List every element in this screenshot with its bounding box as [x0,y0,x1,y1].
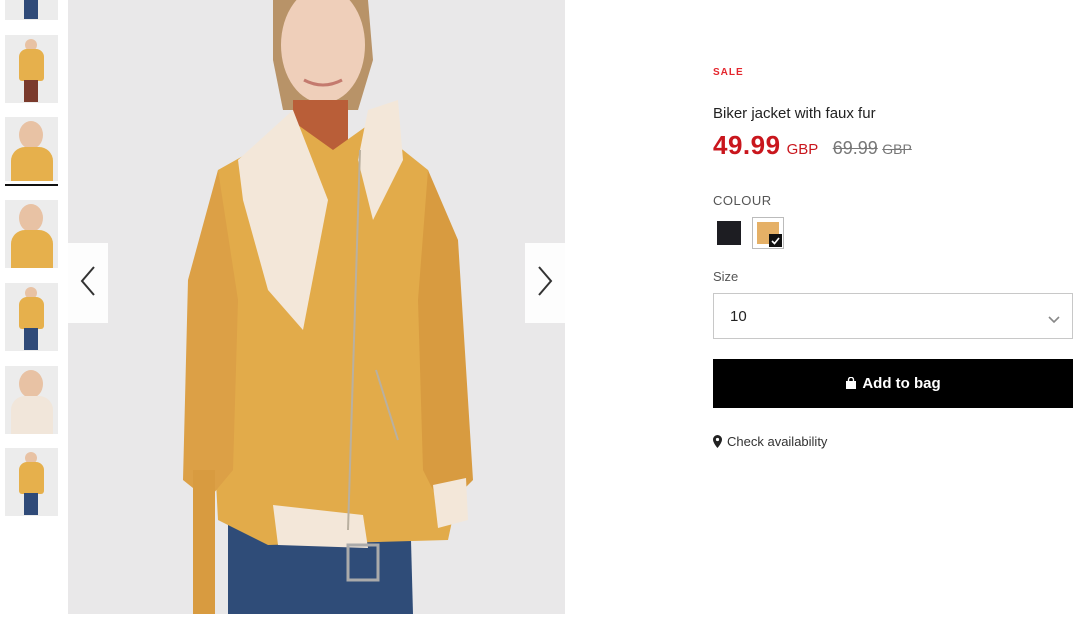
thumbnail-7[interactable] [5,448,58,516]
product-name: Biker jacket with faux fur [713,105,876,122]
previous-image-button[interactable] [68,243,108,323]
active-thumbnail-indicator [5,184,58,186]
add-to-bag-button[interactable]: Add to bag [713,359,1073,408]
product-photo-illustration [183,0,473,614]
thumbnail-3-active[interactable] [5,117,58,181]
sale-badge: SALE [713,67,744,78]
size-dropdown[interactable]: 10 [713,293,1073,339]
thumbnail-2[interactable] [5,35,58,103]
check-availability-link[interactable]: Check availability [713,434,827,449]
chevron-left-icon [80,265,96,301]
location-pin-icon [713,435,722,448]
colour-swatch-black[interactable] [713,217,745,249]
add-to-bag-label: Add to bag [862,375,941,392]
chevron-down-icon [1048,311,1060,329]
thumbnail-6[interactable] [5,366,58,434]
size-label: Size [713,269,739,284]
current-price-currency: GBP [786,141,819,158]
colour-label: COLOUR [713,193,772,208]
thumbnail-1[interactable] [5,0,58,20]
current-price: 49.99 [713,130,781,160]
checkmark-icon [769,234,782,247]
chevron-right-icon [537,265,553,301]
size-selected-value: 10 [730,308,747,325]
colour-swatch-camel-selected[interactable] [752,217,784,249]
shopping-bag-icon [845,377,857,390]
original-price: 69.99 [832,138,878,158]
original-price-currency: GBP [882,141,912,157]
price-row: 49.99 GBP 69.99 GBP [713,130,912,161]
thumbnail-4[interactable] [5,200,58,268]
thumbnail-5[interactable] [5,283,58,351]
check-availability-label: Check availability [727,434,828,449]
main-product-image [68,0,565,614]
next-image-button[interactable] [525,243,565,323]
